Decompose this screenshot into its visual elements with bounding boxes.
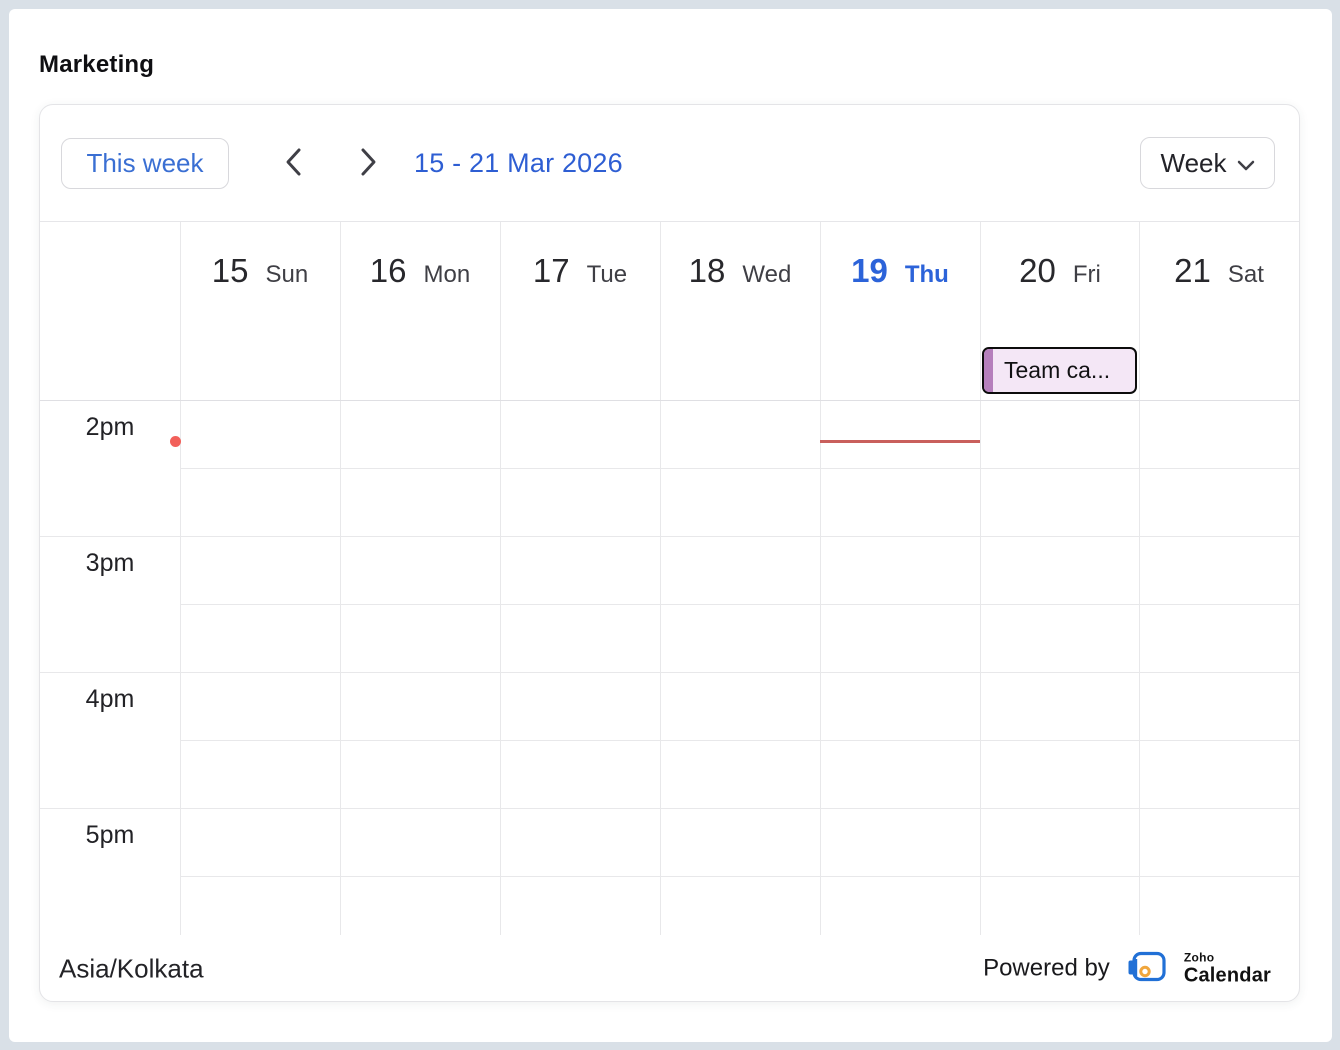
day-header-fri: 20 Fri	[980, 252, 1140, 290]
column-divider	[180, 222, 181, 935]
chevron-down-icon	[1237, 148, 1255, 179]
all-day-event-team-ca[interactable]: Team ca...	[982, 347, 1137, 394]
column-divider	[500, 222, 501, 935]
this-week-button[interactable]: This week	[61, 138, 229, 189]
powered-by-branding[interactable]: Powered by Zoho Calendar	[983, 948, 1271, 989]
time-label-2pm: 2pm	[40, 413, 180, 442]
column-divider	[820, 222, 821, 935]
day-name: Thu	[905, 261, 949, 289]
zoho-calendar-icon	[1126, 948, 1168, 989]
page-title: Marketing	[39, 51, 154, 79]
day-header-wed: 18 Wed	[660, 252, 820, 290]
week-grid-scroll-area[interactable]: 15 Sun 16 Mon 17 Tue 18 Wed 19 Thu 20 Fr…	[40, 222, 1299, 935]
zoho-logo-text: Zoho	[1184, 952, 1271, 964]
day-name: Tue	[587, 261, 627, 289]
day-number: 19	[851, 252, 888, 290]
prev-week-button[interactable]	[276, 145, 312, 181]
half-hour-line	[180, 604, 1299, 605]
view-selector-dropdown[interactable]: Week	[1140, 137, 1275, 189]
powered-by-label: Powered by	[983, 955, 1110, 983]
date-range-label: 15 - 21 Mar 2026	[414, 138, 623, 189]
day-number: 16	[370, 252, 407, 290]
current-time-line	[820, 440, 980, 443]
day-header-sat: 21 Sat	[1139, 252, 1299, 290]
half-hour-line	[180, 740, 1299, 741]
time-label-5pm: 5pm	[40, 821, 180, 850]
half-hour-line	[180, 876, 1299, 877]
widget-panel: Marketing This week 15 - 21 Mar 2026 Wee…	[9, 9, 1332, 1042]
day-number: 15	[212, 252, 249, 290]
half-hour-line	[180, 468, 1299, 469]
hour-line	[40, 672, 1299, 673]
next-week-button[interactable]	[350, 145, 386, 181]
calendar-toolbar: This week 15 - 21 Mar 2026 Week	[40, 105, 1299, 222]
current-time-dot	[170, 436, 181, 447]
timezone-label: Asia/Kolkata	[59, 953, 204, 984]
day-number: 20	[1019, 252, 1056, 290]
hour-line	[40, 808, 1299, 809]
day-header-mon: 16 Mon	[340, 252, 500, 290]
hour-line	[40, 536, 1299, 537]
day-number: 21	[1174, 252, 1211, 290]
calendar-logo-text: Calendar	[1184, 966, 1271, 986]
column-divider	[1139, 222, 1140, 935]
header-grid-divider	[40, 400, 1299, 401]
view-selector-label: Week	[1161, 148, 1227, 179]
day-name: Fri	[1073, 261, 1101, 289]
day-number: 18	[689, 252, 726, 290]
day-name: Wed	[742, 261, 791, 289]
day-name: Sat	[1228, 261, 1264, 289]
event-color-bar	[984, 349, 993, 392]
day-number: 17	[533, 252, 570, 290]
column-divider	[660, 222, 661, 935]
day-name: Sun	[266, 261, 309, 289]
calendar-footer: Asia/Kolkata Powered by Zoho Calendar	[40, 935, 1299, 1002]
column-divider	[340, 222, 341, 935]
zoho-calendar-wordmark: Zoho Calendar	[1184, 952, 1271, 986]
chevron-left-icon	[282, 147, 306, 180]
column-divider	[980, 222, 981, 935]
day-header-thu-today: 19 Thu	[820, 252, 980, 290]
day-header-sun: 15 Sun	[180, 252, 340, 290]
day-name: Mon	[424, 261, 471, 289]
time-label-3pm: 3pm	[40, 549, 180, 578]
time-label-4pm: 4pm	[40, 685, 180, 714]
event-title: Team ca...	[1004, 357, 1110, 384]
day-header-tue: 17 Tue	[500, 252, 660, 290]
chevron-right-icon	[356, 147, 380, 180]
calendar-card: This week 15 - 21 Mar 2026 Week	[39, 104, 1300, 1002]
